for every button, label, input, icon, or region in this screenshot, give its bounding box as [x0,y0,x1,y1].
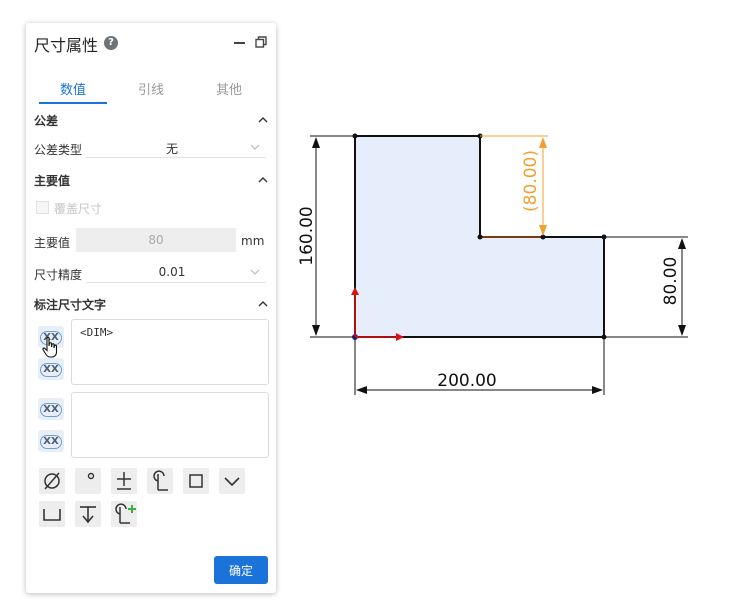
dimension-bottom-text[interactable]: 200.00 [437,371,496,391]
dimension-right-text[interactable]: 80.00 [661,257,681,306]
drawing-canvas[interactable]: 160.00 80.00 200.00 (80.00) [0,0,745,611]
dimension-right[interactable]: 80.00 [604,236,688,338]
dimension-left[interactable]: 160.00 [297,135,355,338]
dimension-reference-text[interactable]: (80.00) [521,150,541,212]
dimension-left-text[interactable]: 160.00 [297,206,317,265]
vertex-point[interactable] [477,234,483,240]
dimension-reference[interactable]: (80.00) [480,135,548,236]
dimension-bottom[interactable]: 200.00 [354,337,605,395]
